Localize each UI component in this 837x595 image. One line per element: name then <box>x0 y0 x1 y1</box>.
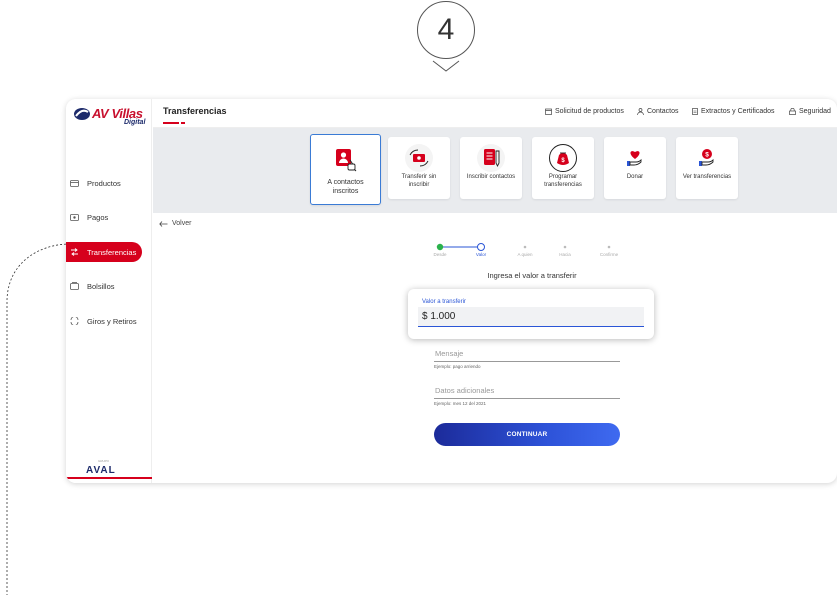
bill-icon <box>69 213 79 221</box>
sidebar-item-label: Giros y Retiros <box>87 316 137 326</box>
title-underline <box>163 122 179 124</box>
sidebar-item-label: Productos <box>87 178 121 188</box>
extra-field-underline[interactable] <box>434 398 620 399</box>
step-number-badge: 4 <box>417 1 475 59</box>
step-label-a-quien: A quien <box>517 252 533 257</box>
lock-icon <box>789 108 796 115</box>
schedule-bag-icon: $ <box>549 144 577 172</box>
step-dot-pending <box>523 245 527 249</box>
extra-field-label[interactable]: Datos adicionales <box>435 386 494 395</box>
back-label: Volver <box>172 220 192 227</box>
option-inscribir-contactos[interactable]: Inscribir contactos <box>460 137 522 199</box>
step-label-confirme: Confirme <box>599 252 619 257</box>
top-link-label: Contactos <box>647 108 679 115</box>
form-title: Ingresa el valor a transferir <box>487 271 577 280</box>
option-label: Inscribir contactos <box>466 174 516 180</box>
pocket-icon <box>69 282 79 290</box>
chevron-down-icon <box>432 60 460 72</box>
top-link-label: Extractos y Certificados <box>701 108 775 115</box>
top-link-seguridad[interactable]: Seguridad <box>789 108 831 115</box>
document-icon <box>692 108 698 115</box>
brand-logo[interactable]: AV Villas Digital <box>72 105 148 131</box>
message-field-label[interactable]: Mensaje <box>435 349 463 358</box>
sidebar-item-label: Bolsillos <box>87 281 115 291</box>
message-field-underline[interactable] <box>434 361 620 362</box>
sidebar: AV Villas Digital Productos Pagos Transf… <box>66 99 152 483</box>
contacts-icon <box>332 145 360 173</box>
sidebar-item-bolsillos[interactable]: Bolsillos <box>66 276 142 296</box>
message-field-hint: Ejemplo: pago arriendo <box>434 364 481 369</box>
transfer-options-band: A contactos inscritos Transferir sin ins… <box>153 128 837 213</box>
step-label-hacia: Hacia <box>559 252 571 257</box>
option-label: Donar <box>626 174 644 180</box>
top-bar: Transferencias Solicitud de productos Co… <box>153 99 837 128</box>
amount-card: Valor a transferir $ 1.000 <box>408 289 654 339</box>
aval-group-text: GRUPO <box>98 459 110 463</box>
top-link-contactos[interactable]: Contactos <box>637 108 679 115</box>
option-label: Programar transferencias <box>544 174 582 188</box>
register-icon <box>477 144 505 172</box>
top-link-solicitud[interactable]: Solicitud de productos <box>545 108 624 115</box>
step-label-valor: Valor <box>475 252 487 257</box>
step-number: 4 <box>437 13 455 46</box>
heart-hand-icon <box>621 144 649 172</box>
step-label-desde: Desde <box>433 252 447 257</box>
aval-logo: AVAL <box>86 465 116 476</box>
exchange-icon <box>69 317 79 325</box>
sidebar-item-label: Pagos <box>87 212 109 222</box>
stage: 4 AV Villas Digital Productos Pagos Tran… <box>0 0 837 595</box>
option-ver-transferencias[interactable]: $ Ver transferencias <box>676 137 738 199</box>
card-icon <box>69 179 79 187</box>
sidebar-item-transferencias[interactable]: Transferencias <box>66 242 142 262</box>
sidebar-accent-bar <box>66 477 152 479</box>
amount-label: Valor a transferir <box>422 299 466 305</box>
option-transferir-sin-inscribir[interactable]: Transferir sin inscribir <box>388 137 450 199</box>
sidebar-item-label: Transferencias <box>87 247 137 257</box>
step-dot-current <box>477 243 485 251</box>
svg-text:$: $ <box>705 152 709 159</box>
option-label: A contactos inscritos <box>327 179 364 196</box>
top-link-label: Solicitud de productos <box>555 108 624 115</box>
continue-button[interactable]: CONTINUAR <box>434 423 620 446</box>
transfer-icon <box>69 248 79 256</box>
brand-sub: Digital <box>124 119 146 126</box>
back-link[interactable]: Volver <box>159 220 191 227</box>
title-underline-dot <box>181 122 185 124</box>
sidebar-item-productos[interactable]: Productos <box>66 173 142 193</box>
option-a-contactos-inscritos[interactable]: A contactos inscritos <box>310 134 381 205</box>
step-dot-done <box>436 243 444 251</box>
page-title: Transferencias <box>163 106 227 116</box>
progress-stepper: Desde Valor A quien Hacia Confirme <box>431 240 631 260</box>
amount-input[interactable]: $ 1.000 <box>418 307 644 327</box>
option-programar-transferencias[interactable]: $ Programar transferencias <box>532 137 594 199</box>
coin-hand-icon: $ <box>693 144 721 172</box>
step-dot-pending <box>563 245 567 249</box>
person-icon <box>637 108 644 115</box>
sidebar-item-giros[interactable]: Giros y Retiros <box>66 311 142 331</box>
sidebar-item-pagos[interactable]: Pagos <box>66 207 142 227</box>
transfer-money-icon <box>405 144 433 172</box>
option-donar[interactable]: Donar <box>604 137 666 199</box>
option-label: Transferir sin inscribir <box>401 174 437 188</box>
step-dot-pending <box>607 245 611 249</box>
top-link-extractos[interactable]: Extractos y Certificados <box>692 108 775 115</box>
calendar-icon <box>545 108 552 115</box>
app-window: AV Villas Digital Productos Pagos Transf… <box>66 99 837 483</box>
brand-swoosh-icon <box>74 108 90 120</box>
option-label: Ver transferencias <box>682 174 732 180</box>
arrow-left-icon <box>159 220 168 227</box>
top-link-label: Seguridad <box>799 108 831 115</box>
extra-field-hint: Ejemplo: mes 12 del 2021 <box>434 401 487 406</box>
